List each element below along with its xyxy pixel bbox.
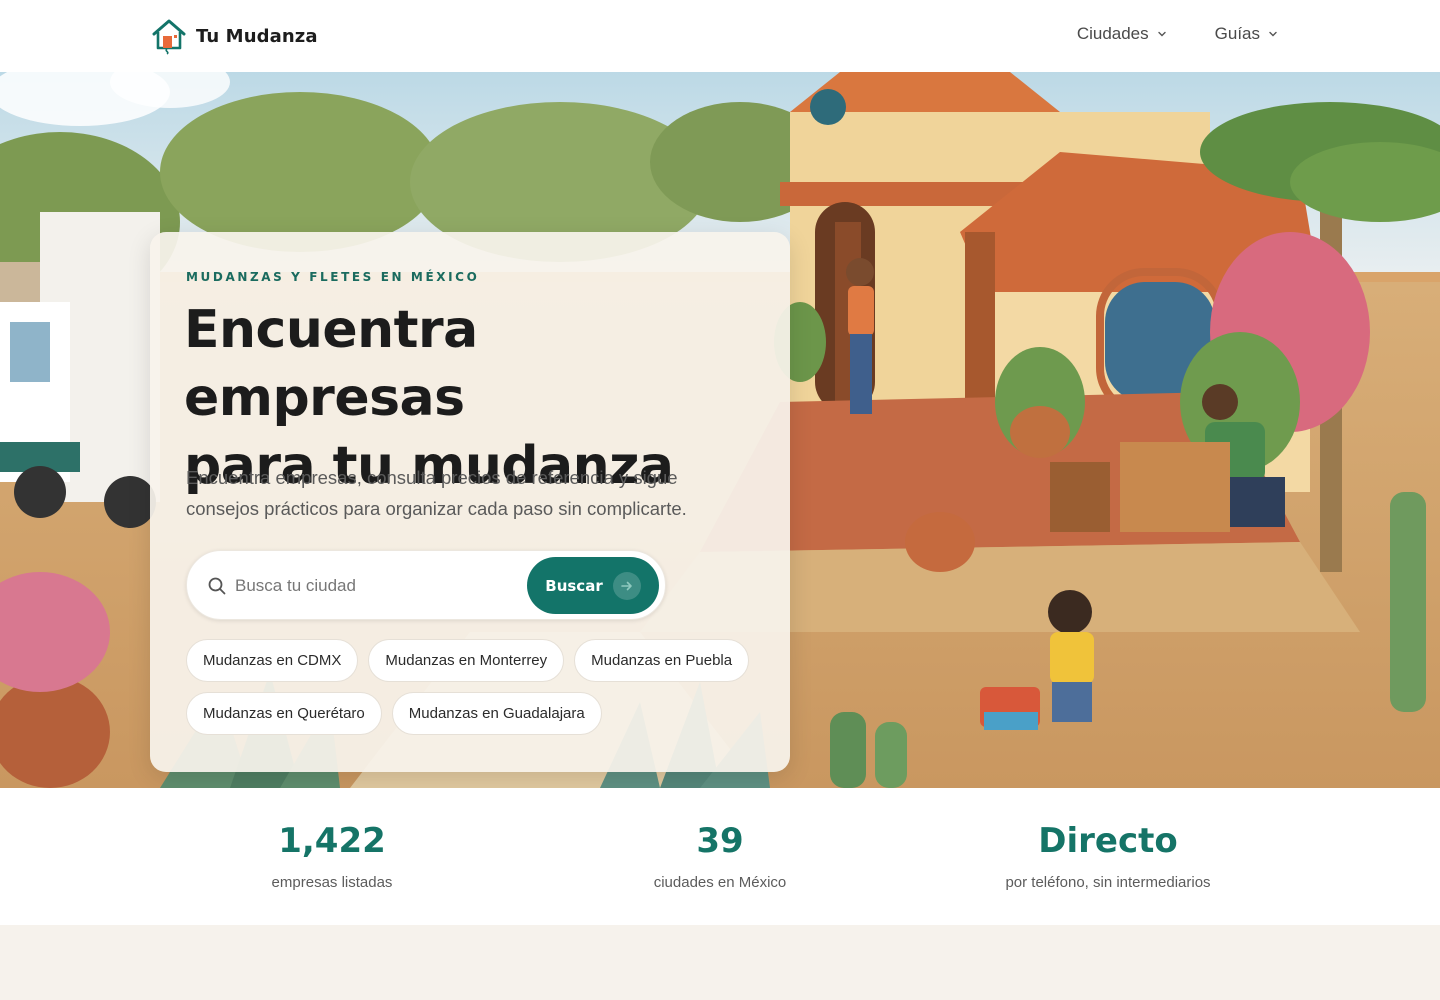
stat-value: 39: [696, 821, 744, 861]
nav-item-guias[interactable]: Guías: [1215, 24, 1278, 44]
stat-label: ciudades en México: [653, 874, 787, 891]
chevron-down-icon: [1157, 31, 1166, 37]
stat-value: Directo: [1038, 821, 1178, 861]
brand-name: Tu Mudanza: [196, 25, 318, 47]
chip-queretaro[interactable]: Mudanzas en Querétaro: [186, 692, 382, 735]
nav-item-label: Ciudades: [1076, 24, 1149, 43]
stat-cities: 39 ciudades en México: [530, 820, 910, 891]
search-icon: [208, 577, 226, 595]
chip-guadalajara[interactable]: Mudanzas en Guadalajara: [391, 692, 602, 735]
stat-value: 1,422: [278, 821, 386, 861]
stat-direct: Directo por teléfono, sin intermediarios: [918, 820, 1298, 891]
arrow-right-icon: [612, 571, 641, 600]
stat-label: por teléfono, sin intermediarios: [1005, 874, 1211, 891]
brand-logo-link[interactable]: Tu Mudanza: [150, 16, 318, 56]
search-button-label: Buscar: [545, 576, 603, 595]
nav-item-ciudades[interactable]: Ciudades: [1077, 24, 1167, 44]
hero-card: MUDANZAS Y FLETES EN MÉXICO Encuentra em…: [150, 232, 790, 772]
stats-bar: 1,422 empresas listadas 39 ciudades en M…: [0, 788, 1440, 925]
stat-label: empresas listadas: [271, 874, 393, 891]
top-navbar: Tu Mudanza Ciudades Guías: [0, 0, 1440, 72]
hero-eyebrow: MUDANZAS Y FLETES EN MÉXICO: [186, 270, 480, 284]
house-logo-icon: [152, 19, 186, 55]
hero-headline-line1: Encuentra empresas: [184, 300, 478, 428]
chip-cdmx[interactable]: Mudanzas en CDMX: [186, 639, 359, 682]
city-search-input[interactable]: [235, 569, 515, 603]
nav-item-label: Guías: [1214, 24, 1260, 43]
city-search-form: Buscar: [186, 550, 666, 620]
search-button[interactable]: Buscar: [527, 557, 659, 614]
nav-links: Ciudades Guías: [1077, 24, 1278, 44]
chip-monterrey[interactable]: Mudanzas en Monterrey: [368, 639, 565, 682]
city-chips: Mudanzas en CDMX Mudanzas en Monterrey M…: [186, 639, 766, 735]
hero-subtitle: Encuentra empresas, consulta precios de …: [186, 467, 687, 519]
next-section-band: [0, 925, 1440, 1000]
chevron-down-icon: [1269, 31, 1277, 37]
stat-companies: 1,422 empresas listadas: [142, 820, 522, 891]
chip-puebla[interactable]: Mudanzas en Puebla: [574, 639, 750, 682]
hero-section: MUDANZAS Y FLETES EN MÉXICO Encuentra em…: [0, 72, 1440, 788]
